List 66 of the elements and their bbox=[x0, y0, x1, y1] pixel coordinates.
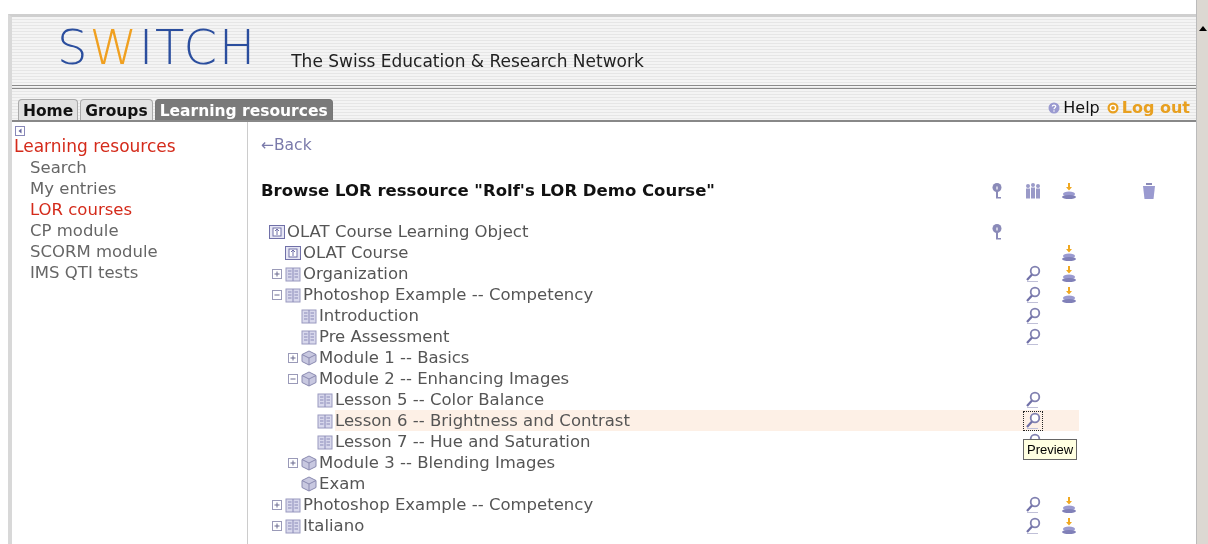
book-icon bbox=[317, 412, 333, 429]
tree-node-label[interactable]: Module 1 -- Basics bbox=[319, 347, 979, 368]
sidebar-item[interactable]: My entries bbox=[14, 178, 117, 199]
back-link[interactable]: ←Back bbox=[261, 134, 312, 156]
cube-icon bbox=[301, 349, 317, 366]
help-icon bbox=[1048, 101, 1061, 114]
book-icon bbox=[285, 517, 301, 534]
tree-node-label[interactable]: Exam bbox=[319, 473, 979, 494]
tree-node-label[interactable]: Photoshop Example -- Competency bbox=[303, 284, 979, 305]
sidebar-item[interactable]: SCORM module bbox=[14, 241, 158, 262]
download-tray-icon[interactable] bbox=[1060, 264, 1078, 283]
book-icon bbox=[317, 391, 333, 408]
book-icon bbox=[301, 328, 317, 345]
cube-icon bbox=[301, 475, 317, 492]
tree-node-label[interactable]: Pre Assessment bbox=[319, 326, 979, 347]
collapse-icon[interactable] bbox=[288, 373, 298, 384]
cube-icon bbox=[301, 370, 317, 387]
sidebar-item[interactable]: CP module bbox=[14, 220, 119, 241]
sidebar-item[interactable]: Search bbox=[14, 157, 87, 178]
tree-node-label[interactable]: Photoshop Example -- Competency bbox=[303, 494, 979, 515]
sidebar-item[interactable]: LOR courses bbox=[14, 199, 133, 220]
expand-icon[interactable] bbox=[272, 520, 282, 531]
expand-icon[interactable] bbox=[272, 268, 282, 279]
people-icon[interactable] bbox=[1024, 181, 1042, 200]
cube-icon bbox=[301, 454, 317, 471]
expand-icon[interactable] bbox=[272, 499, 282, 510]
book-icon bbox=[285, 286, 301, 303]
download-tray-icon[interactable] bbox=[1060, 243, 1078, 262]
window-icon bbox=[285, 244, 301, 261]
tagline: The Swiss Education & Research Network bbox=[291, 51, 644, 71]
download-tray-icon[interactable] bbox=[1060, 285, 1078, 304]
window-icon bbox=[269, 223, 285, 240]
trash-icon[interactable] bbox=[1140, 181, 1158, 200]
download-tray-icon[interactable] bbox=[1060, 516, 1078, 535]
download-tray-icon[interactable] bbox=[1060, 181, 1078, 200]
tree-node-label[interactable]: Introduction bbox=[319, 305, 979, 326]
tree-node-label[interactable]: Italiano bbox=[303, 515, 979, 536]
book-icon bbox=[285, 265, 301, 282]
expand-icon[interactable] bbox=[288, 352, 298, 363]
tab[interactable]: Groups bbox=[80, 99, 153, 120]
tree-node-label[interactable]: Organization bbox=[303, 263, 979, 284]
power-icon bbox=[1106, 101, 1119, 114]
tab[interactable]: Home bbox=[18, 99, 79, 120]
sidebar-item[interactable]: IMS QTI tests bbox=[14, 262, 139, 283]
book-icon bbox=[285, 496, 301, 513]
magnifier-icon[interactable] bbox=[1024, 411, 1042, 430]
scrollbar[interactable] bbox=[1196, 0, 1208, 544]
tree-node-label[interactable]: OLAT Course bbox=[303, 242, 979, 263]
download-tray-icon[interactable] bbox=[1060, 495, 1078, 514]
tree-node-label[interactable]: Lesson 6 -- Brightness and Contrast bbox=[335, 410, 979, 431]
tooltip: Preview bbox=[1023, 438, 1078, 460]
page-title: Browse LOR ressource "Rolf's LOR Demo Course" bbox=[260, 181, 716, 200]
collapse-icon[interactable] bbox=[272, 289, 282, 300]
expand-icon[interactable] bbox=[288, 457, 298, 468]
collapse-sidebar-icon[interactable] bbox=[15, 126, 25, 136]
top-link[interactable]: Help bbox=[1063, 98, 1100, 117]
tree-node-label[interactable]: Lesson 7 -- Hue and Saturation bbox=[335, 431, 979, 452]
tree-node-label[interactable]: Module 2 -- Enhancing Images bbox=[319, 368, 979, 389]
tree-node-label[interactable]: Module 3 -- Blending Images bbox=[319, 452, 979, 473]
tab[interactable]: Learning resources bbox=[154, 99, 333, 120]
logo: SW ITCH bbox=[57, 23, 258, 71]
tree-node-label[interactable]: OLAT Course Learning Object bbox=[287, 221, 979, 242]
book-icon bbox=[317, 433, 333, 450]
book-icon bbox=[301, 307, 317, 324]
tree-node-label[interactable]: Lesson 5 -- Color Balance bbox=[335, 389, 979, 410]
sidebar-heading[interactable]: Learning resources bbox=[14, 136, 176, 157]
